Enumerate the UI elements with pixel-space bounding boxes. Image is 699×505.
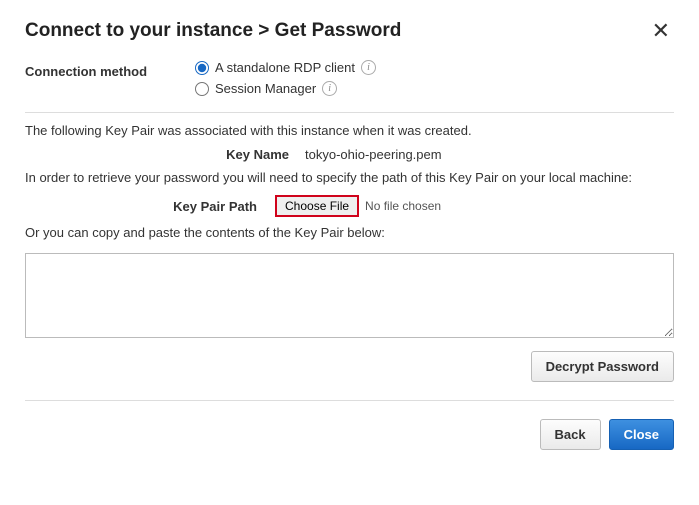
- radio-ssm-input[interactable]: [195, 82, 209, 96]
- info-icon[interactable]: i: [361, 60, 376, 75]
- close-button[interactable]: Close: [609, 419, 674, 450]
- key-pair-path-row: Key Pair Path Choose File No file chosen: [25, 195, 674, 217]
- key-name-value: tokyo-ohio-peering.pem: [305, 147, 442, 162]
- dialog-header: Connect to your instance > Get Password …: [25, 20, 674, 42]
- decrypt-row: Decrypt Password: [25, 351, 674, 382]
- key-name-row: Key Name tokyo-ohio-peering.pem: [25, 147, 674, 162]
- radio-rdp-label: A standalone RDP client: [215, 60, 355, 75]
- radio-ssm-label: Session Manager: [215, 81, 316, 96]
- connection-method-label: Connection method: [25, 60, 195, 79]
- key-pair-path-label: Key Pair Path: [25, 199, 275, 214]
- footer-divider: [25, 400, 674, 401]
- connection-method-row: Connection method A standalone RDP clien…: [25, 60, 674, 96]
- radio-rdp-input[interactable]: [195, 61, 209, 75]
- info-icon[interactable]: i: [322, 81, 337, 96]
- file-chosen-status: No file chosen: [365, 199, 441, 213]
- divider: [25, 112, 674, 113]
- connection-method-radios: A standalone RDP client i Session Manage…: [195, 60, 376, 96]
- choose-file-button[interactable]: Choose File: [275, 195, 359, 217]
- decrypt-password-button[interactable]: Decrypt Password: [531, 351, 674, 382]
- radio-session-manager[interactable]: Session Manager i: [195, 81, 376, 96]
- key-pair-textarea[interactable]: [25, 253, 674, 338]
- keypair-intro-text: The following Key Pair was associated wi…: [25, 121, 674, 141]
- close-icon[interactable]: ✕: [648, 20, 674, 42]
- dialog-title: Connect to your instance > Get Password: [25, 20, 401, 42]
- key-name-label: Key Name: [25, 147, 305, 162]
- back-button[interactable]: Back: [540, 419, 601, 450]
- paste-instruction-text: Or you can copy and paste the contents o…: [25, 223, 674, 243]
- radio-rdp-client[interactable]: A standalone RDP client i: [195, 60, 376, 75]
- retrieve-instruction-text: In order to retrieve your password you w…: [25, 168, 674, 188]
- dialog-footer: Back Close: [25, 419, 674, 450]
